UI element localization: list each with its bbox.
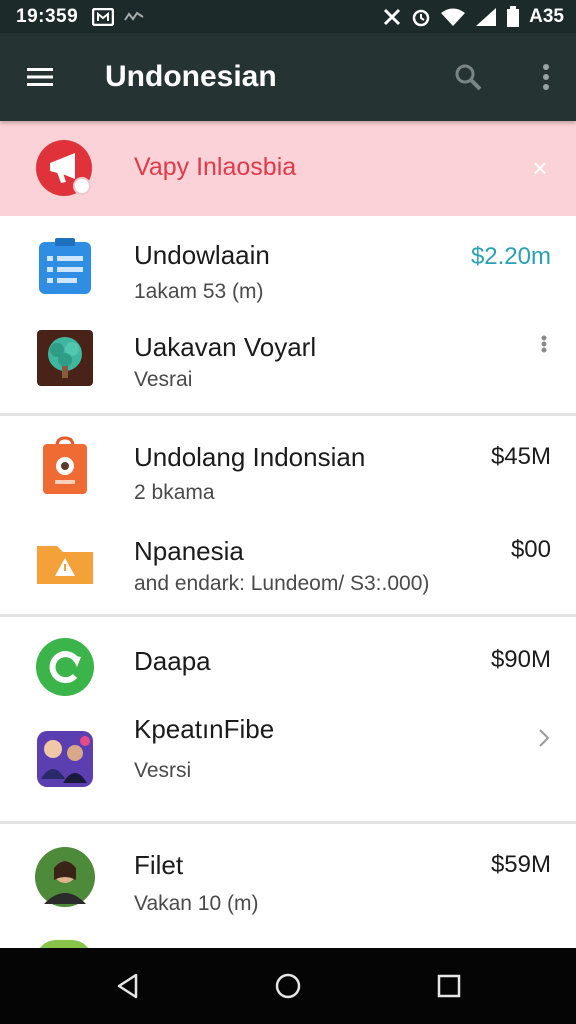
avatar <box>35 847 95 907</box>
item-subtitle: Vakan 10 (m) <box>134 892 259 915</box>
item-more-button[interactable] <box>536 332 552 356</box>
chevron-right-icon[interactable] <box>534 725 554 751</box>
status-bar: 19:359 A35 <box>0 0 576 33</box>
list-item[interactable]: Undowlaain 1akam 53 (m) $2.20m <box>0 216 576 312</box>
item-amount: $2.20m <box>470 243 551 270</box>
page-title: Undonesian <box>105 60 277 93</box>
recents-square-icon <box>437 974 461 998</box>
status-right-icons: A35 <box>382 5 564 28</box>
more-vert-icon <box>541 335 547 353</box>
alert-banner[interactable]: Vapy Inlaosbia × <box>0 121 576 216</box>
item-subtitle: Vesrsi <box>134 759 192 782</box>
battery-text: A35 <box>529 5 564 27</box>
item-amount: $90M <box>490 646 551 673</box>
close-icon[interactable]: × <box>526 151 554 185</box>
search-icon <box>455 64 482 91</box>
item-title: Undowlaain <box>134 240 270 270</box>
status-notifications <box>92 7 144 26</box>
alarm-icon <box>412 9 430 26</box>
item-subtitle: 2 bkama <box>134 481 215 504</box>
item-subtitle: 1akam 53 (m) <box>134 280 264 303</box>
shopping-bag-icon <box>43 436 87 494</box>
refresh-circle-icon <box>36 638 94 696</box>
navigation-bar <box>0 948 576 1024</box>
list-item[interactable]: Undolang Indonsian 2 bkama $45M <box>0 416 576 516</box>
no-sim-icon <box>384 8 401 25</box>
home-circle-icon <box>275 973 301 999</box>
transaction-list: Undowlaain 1akam 53 (m) $2.20m Uakavan V… <box>0 216 576 948</box>
more-options-button[interactable] <box>528 59 564 95</box>
item-title: Daapa <box>134 646 211 676</box>
item-title: Filet <box>134 850 184 880</box>
megaphone-icon <box>36 140 92 196</box>
banner-text: Vapy Inlaosbia <box>134 153 297 181</box>
item-amount: $45M <box>490 443 551 470</box>
photo-thumbnail-icon <box>37 731 93 787</box>
item-title: Npanesia <box>134 536 244 566</box>
back-button[interactable] <box>110 968 146 1004</box>
search-button[interactable] <box>450 59 486 95</box>
brain-tree-icon <box>37 330 93 386</box>
item-title: Undolang Indonsian <box>134 442 366 472</box>
folder-warning-icon <box>37 546 93 584</box>
next-item-peek <box>36 940 92 948</box>
wave-notification-icon <box>124 11 144 21</box>
item-title: Uakavan Voyarl <box>134 332 317 362</box>
item-amount: $59M <box>490 851 551 878</box>
more-vert-icon <box>543 64 549 90</box>
list-item[interactable]: Daapa $90M <box>0 617 576 711</box>
clipboard-icon <box>39 238 91 294</box>
list-item[interactable]: Npanesia and endark: Lundeom/ S3:.000) $… <box>0 516 576 614</box>
app-bar: Undonesian <box>0 33 576 121</box>
list-item[interactable]: KpeatınFibe Vesrsi <box>0 711 576 819</box>
battery-icon <box>507 5 520 27</box>
menu-button[interactable] <box>0 33 80 121</box>
item-title: KpeatınFibe <box>134 714 275 744</box>
home-button[interactable] <box>270 968 306 1004</box>
item-subtitle: Vesrai <box>134 368 193 391</box>
recents-button[interactable] <box>431 968 467 1004</box>
wifi-icon <box>441 8 466 26</box>
list-item[interactable]: Filet Vakan 10 (m) $59M <box>0 824 576 948</box>
back-triangle-icon <box>117 973 138 999</box>
item-subtitle: and endark: Lundeom/ S3:.000) <box>134 572 430 595</box>
item-amount: $00 <box>510 536 551 563</box>
list-item[interactable]: Uakavan Voyarl Vesrai <box>0 312 576 412</box>
hamburger-icon <box>27 68 53 86</box>
signal-icon <box>476 7 497 26</box>
status-time: 19:359 <box>16 5 79 27</box>
screenshot-notification-icon <box>92 7 115 26</box>
